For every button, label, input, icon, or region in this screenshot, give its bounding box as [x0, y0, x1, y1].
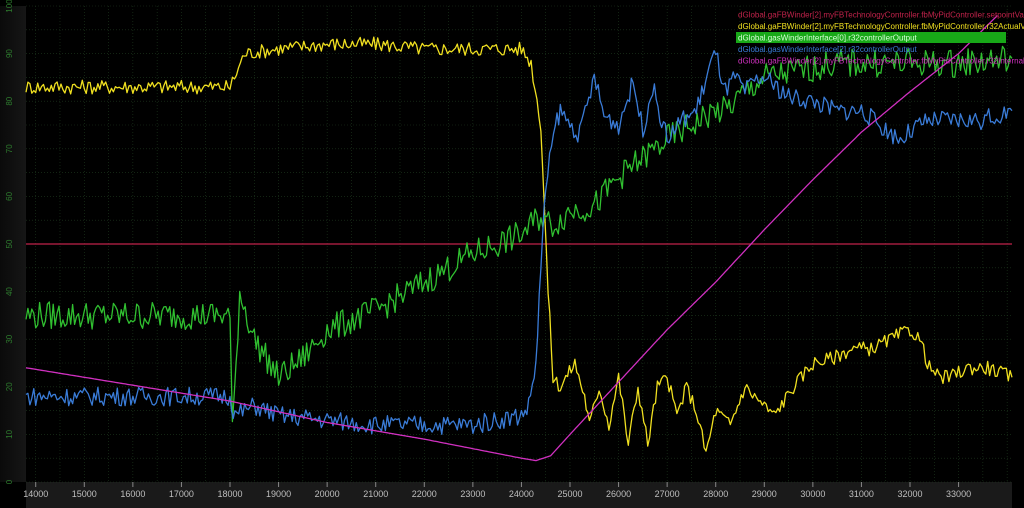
x-tick-label: 27000 — [655, 489, 680, 499]
x-tick-label: 19000 — [266, 489, 291, 499]
y-tick-label: 20 — [5, 382, 14, 391]
x-tick-label: 22000 — [412, 489, 437, 499]
legend: dGlobal.gaFBWinder[2].myFBTechnologyCont… — [736, 11, 1024, 66]
line-chart[interactable]: 14000 15000 16000 17000 18000 19000 20000 21000… — [0, 0, 1024, 508]
x-tick-label: 25000 — [557, 489, 582, 499]
y-axis: 1009080706050403020100 — [5, 0, 14, 484]
x-tick-label: 21000 — [363, 489, 388, 499]
series-line-2 — [25, 45, 1013, 423]
y-tick-label: 10 — [5, 429, 14, 438]
x-tick-label: 29000 — [752, 489, 777, 499]
series-line-3 — [25, 50, 1013, 435]
legend-entry-4[interactable]: dGlobal.gaFBWinder[2].myFBTechnologyCont… — [738, 57, 1024, 66]
y-tick-label: 0 — [5, 479, 14, 484]
legend-entry-1[interactable]: dGlobal.gaFBWinder[2].myFBTechnologyCont… — [738, 22, 1024, 31]
x-tick-label: 31000 — [849, 489, 874, 499]
x-tick-label: 28000 — [703, 489, 728, 499]
y-tick-label: 60 — [5, 191, 14, 200]
x-tick-label: 15000 — [72, 489, 97, 499]
x-tick-label: 23000 — [460, 489, 485, 499]
y-tick-label: 100 — [5, 0, 14, 13]
y-tick-label: 40 — [5, 287, 14, 296]
legend-entry-0[interactable]: dGlobal.gaFBWinder[2].myFBTechnologyCont… — [738, 11, 1024, 20]
x-tick-label: 30000 — [800, 489, 825, 499]
y-tick-label: 50 — [5, 239, 14, 248]
legend-entry-3[interactable]: dGlobal.gasWinderInterface[2].r32control… — [738, 45, 918, 54]
x-axis: 14000 15000 16000 17000 18000 19000 20000 21000… — [23, 482, 971, 499]
x-tick-label: 26000 — [606, 489, 631, 499]
x-tick-label: 18000 — [217, 489, 242, 499]
x-tick-label: 14000 — [23, 489, 48, 499]
x-tick-label: 17000 — [169, 489, 194, 499]
y-tick-label: 30 — [5, 334, 14, 343]
series-layer — [25, 15, 1013, 462]
y-tick-label: 80 — [5, 96, 14, 105]
y-tick-label: 70 — [5, 144, 14, 153]
x-tick-label: 20000 — [315, 489, 340, 499]
x-tick-label: 32000 — [897, 489, 922, 499]
chart-window: 14000 15000 16000 17000 18000 19000 20000 21000… — [0, 0, 1024, 508]
x-tick-label: 33000 — [946, 489, 971, 499]
y-tick-label: 90 — [5, 49, 14, 58]
legend-entry-2[interactable]: dGlobal.gasWinderInterface[0].r32control… — [738, 34, 918, 43]
x-tick-label: 24000 — [509, 489, 534, 499]
x-tick-label: 16000 — [120, 489, 145, 499]
